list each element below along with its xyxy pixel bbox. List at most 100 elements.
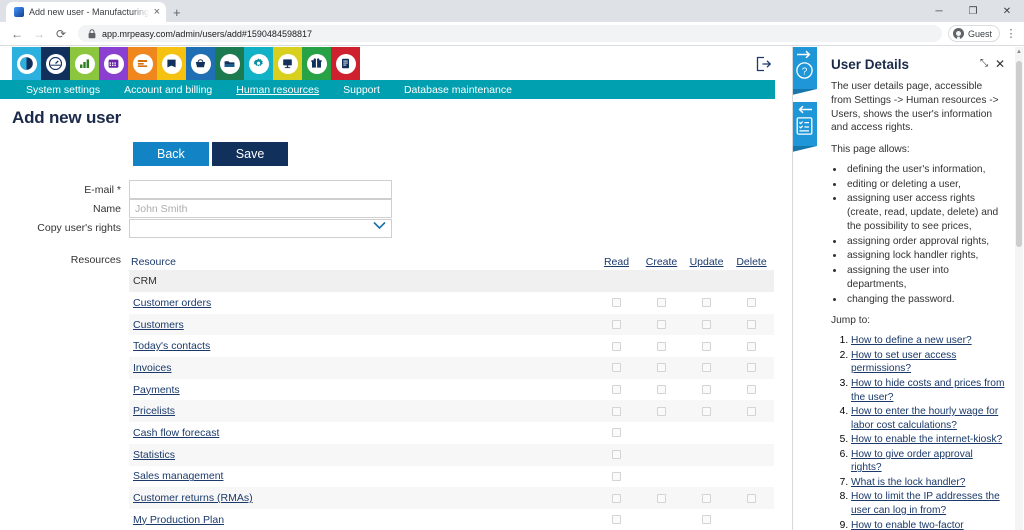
forward-icon[interactable]: → <box>28 23 50 45</box>
expand-icon[interactable]: ⤡ <box>980 59 988 69</box>
checkbox-delete[interactable] <box>747 341 756 351</box>
checkbox-read[interactable] <box>612 493 621 503</box>
book-icon[interactable] <box>157 47 186 80</box>
save-button[interactable]: Save <box>211 142 289 166</box>
checkbox-read[interactable] <box>612 363 621 373</box>
checkbox-update[interactable] <box>702 298 711 308</box>
checkbox-create[interactable] <box>657 493 666 503</box>
stock-icon[interactable] <box>128 47 157 80</box>
checkbox-create[interactable] <box>657 406 666 416</box>
folder-icon[interactable] <box>215 47 244 80</box>
nav-item-system-settings[interactable]: System settings <box>14 84 112 96</box>
minimize-button[interactable]: ─ <box>922 0 956 22</box>
help-scrollbar[interactable]: ▲ <box>1015 47 1023 530</box>
copy-rights-select[interactable] <box>129 218 392 238</box>
resource-name[interactable]: Invoices <box>133 362 172 374</box>
resource-link[interactable]: My Production Plan <box>129 514 594 526</box>
jump-to-link[interactable]: How to give order approval rights? <box>851 449 973 474</box>
checkbox-read[interactable] <box>612 298 621 308</box>
nav-item-support[interactable]: Support <box>331 84 392 96</box>
scrollbar-thumb[interactable] <box>1016 61 1022 247</box>
profile-chip[interactable]: Guest <box>947 25 1000 42</box>
col-delete[interactable]: Delete <box>729 256 774 268</box>
jump-to-link[interactable]: How to hide costs and prices from the us… <box>851 378 1004 403</box>
resource-link[interactable]: Cash flow forecast <box>129 427 594 439</box>
checkbox-read[interactable] <box>612 385 621 395</box>
gauge-icon[interactable] <box>41 47 70 80</box>
resource-link[interactable]: Customer orders <box>129 297 594 309</box>
reload-icon[interactable]: ⟳ <box>50 23 72 45</box>
col-update[interactable]: Update <box>684 256 729 268</box>
back-icon[interactable]: ← <box>6 23 28 45</box>
scroll-up-icon[interactable]: ▲ <box>1015 47 1023 57</box>
resource-link[interactable]: Customers <box>129 319 594 331</box>
resource-link[interactable]: Pricelists <box>129 405 594 417</box>
gift-icon[interactable] <box>302 47 331 80</box>
resource-link[interactable]: Today's contacts <box>129 340 594 352</box>
checkbox-read[interactable] <box>612 320 621 330</box>
report-icon[interactable] <box>273 47 302 80</box>
resource-link[interactable]: Invoices <box>129 362 594 374</box>
copy-rights-value[interactable] <box>129 218 392 238</box>
bar-chart-icon[interactable] <box>70 47 99 80</box>
address-bar[interactable]: app.mrpeasy.com/admin/users/add#15904845… <box>78 25 942 42</box>
checkbox-create[interactable] <box>657 363 666 373</box>
resource-name[interactable]: Statistics <box>133 449 175 461</box>
window-close-button[interactable]: ✕ <box>990 0 1024 22</box>
jump-to-link[interactable]: How to enter the hourly wage for labor c… <box>851 406 998 431</box>
checkbox-create[interactable] <box>657 385 666 395</box>
kebab-menu-icon[interactable]: ⋮ <box>1004 27 1018 40</box>
resource-link[interactable]: Payments <box>129 384 594 396</box>
jump-to-link[interactable]: How to limit the IP addresses the user c… <box>851 491 1000 516</box>
gear-icon[interactable] <box>244 47 273 80</box>
col-create[interactable]: Create <box>639 256 684 268</box>
maximize-button[interactable]: ❐ <box>956 0 990 22</box>
purchase-basket-icon[interactable] <box>186 47 215 80</box>
resource-name[interactable]: Payments <box>133 384 180 396</box>
checkbox-read[interactable] <box>612 428 621 438</box>
resource-name[interactable]: My Production Plan <box>133 514 224 526</box>
checkbox-read[interactable] <box>612 406 621 416</box>
checkbox-delete[interactable] <box>747 385 756 395</box>
resource-name[interactable]: Customer returns (RMAs) <box>133 492 253 504</box>
checklist-tab-handle[interactable] <box>793 102 817 152</box>
resource-name[interactable]: Today's contacts <box>133 340 210 352</box>
close-icon[interactable]: ✕ <box>995 58 1005 70</box>
resource-name[interactable]: Cash flow forecast <box>133 427 219 439</box>
checkbox-read[interactable] <box>612 341 621 351</box>
checkbox-create[interactable] <box>657 298 666 308</box>
resource-name[interactable]: Customer orders <box>133 297 211 309</box>
checkbox-update[interactable] <box>702 493 711 503</box>
back-button[interactable]: Back <box>133 142 209 166</box>
checkbox-delete[interactable] <box>747 363 756 373</box>
jump-to-link[interactable]: How to set user access permissions? <box>851 350 956 375</box>
nav-item-account-and-billing[interactable]: Account and billing <box>112 84 224 96</box>
resource-name[interactable]: Customers <box>133 319 184 331</box>
nav-item-human-resources[interactable]: Human resources <box>224 84 331 96</box>
checkbox-create[interactable] <box>657 341 666 351</box>
checkbox-delete[interactable] <box>747 493 756 503</box>
jump-to-link[interactable]: How to define a new user? <box>851 335 972 346</box>
checkbox-update[interactable] <box>702 341 711 351</box>
email-field[interactable] <box>129 180 392 199</box>
nav-item-database-maintenance[interactable]: Database maintenance <box>392 84 524 96</box>
checkbox-update[interactable] <box>702 515 711 525</box>
jump-to-link[interactable]: How to enable the internet-kiosk? <box>851 434 1002 445</box>
logout-icon[interactable] <box>754 55 772 73</box>
checkbox-update[interactable] <box>702 385 711 395</box>
checkbox-read[interactable] <box>612 471 621 481</box>
name-field[interactable] <box>129 199 392 218</box>
checkbox-update[interactable] <box>702 406 711 416</box>
calendar-icon[interactable] <box>99 47 128 80</box>
resource-name[interactable]: Sales management <box>133 470 223 482</box>
checkbox-create[interactable] <box>657 320 666 330</box>
checkbox-delete[interactable] <box>747 298 756 308</box>
resource-link[interactable]: Statistics <box>129 449 594 461</box>
document-icon[interactable] <box>331 47 360 80</box>
compass-icon[interactable] <box>12 47 41 80</box>
checkbox-read[interactable] <box>612 450 621 460</box>
close-icon[interactable]: × <box>154 6 160 18</box>
checkbox-delete[interactable] <box>747 406 756 416</box>
jump-to-link[interactable]: What is the lock handler? <box>851 477 965 488</box>
resource-link[interactable]: Sales management <box>129 470 594 482</box>
